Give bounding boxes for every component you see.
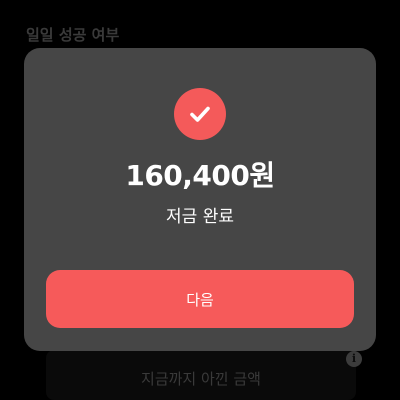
saved-total-card: 지금까지 아낀 금액 — [46, 350, 356, 400]
check-mark-icon — [190, 106, 210, 122]
section-title: 일일 성공 여부 — [26, 26, 120, 44]
next-button[interactable]: 다음 — [46, 270, 354, 328]
app-screen: 일일 성공 여부 지금까지 아낀 금액 i 160,400원 저금 완료 다음 — [0, 0, 400, 400]
check-icon — [174, 88, 226, 140]
info-icon[interactable]: i — [346, 351, 362, 367]
saved-amount: 160,400원 — [125, 159, 275, 192]
status-text: 저금 완료 — [166, 207, 234, 227]
savings-complete-modal: 160,400원 저금 완료 다음 — [24, 48, 376, 351]
saved-total-label: 지금까지 아낀 금액 — [141, 370, 261, 388]
